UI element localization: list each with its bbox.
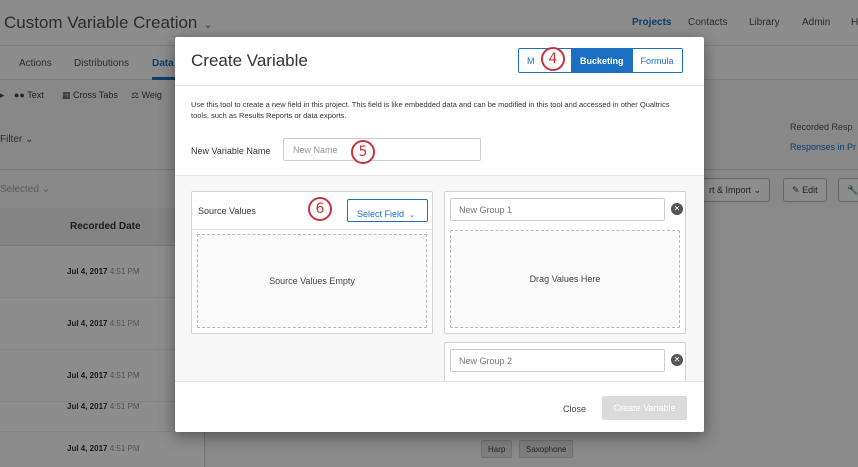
source-values-title: Source Values [198, 206, 256, 216]
callout-badge: 4 [541, 47, 565, 71]
remove-group-icon[interactable]: ✕ [671, 354, 683, 366]
variable-name-input[interactable] [283, 138, 481, 161]
chevron-down-icon: ⌄ [409, 211, 415, 219]
create-variable-dialog: Create Variable M Bucketing Formula Use … [175, 37, 704, 432]
divider [192, 229, 432, 230]
dialog-title: Create Variable [191, 51, 308, 70]
callout-badge: 5 [351, 140, 375, 164]
mode-bucketing-button[interactable]: Bucketing [571, 49, 632, 72]
mode-formula-button[interactable]: Formula [631, 49, 682, 72]
select-field-label: Select Field [357, 208, 405, 219]
group-name-input[interactable] [450, 349, 665, 372]
dialog-footer: Close Create Variable [175, 381, 704, 432]
dialog-description: Use this tool to create a new field in t… [191, 100, 670, 120]
divider [175, 85, 704, 86]
variable-name-label: New Variable Name [191, 146, 271, 156]
source-values-dropzone[interactable]: Source Values Empty [197, 234, 427, 328]
callout-badge: 6 [308, 197, 332, 221]
group-drop-text: Drag Values Here [529, 274, 601, 284]
group-name-input[interactable] [450, 198, 665, 221]
create-variable-button[interactable]: Create Variable [602, 396, 687, 420]
source-empty-text: Source Values Empty [269, 276, 355, 286]
remove-group-icon[interactable]: ✕ [671, 203, 683, 215]
group-panel: ✕ Drag Values Here [444, 191, 686, 334]
select-field-button[interactable]: Select Field ⌄ [347, 199, 428, 222]
group-dropzone[interactable]: Drag Values Here [450, 230, 680, 328]
close-button[interactable]: Close [563, 404, 586, 414]
